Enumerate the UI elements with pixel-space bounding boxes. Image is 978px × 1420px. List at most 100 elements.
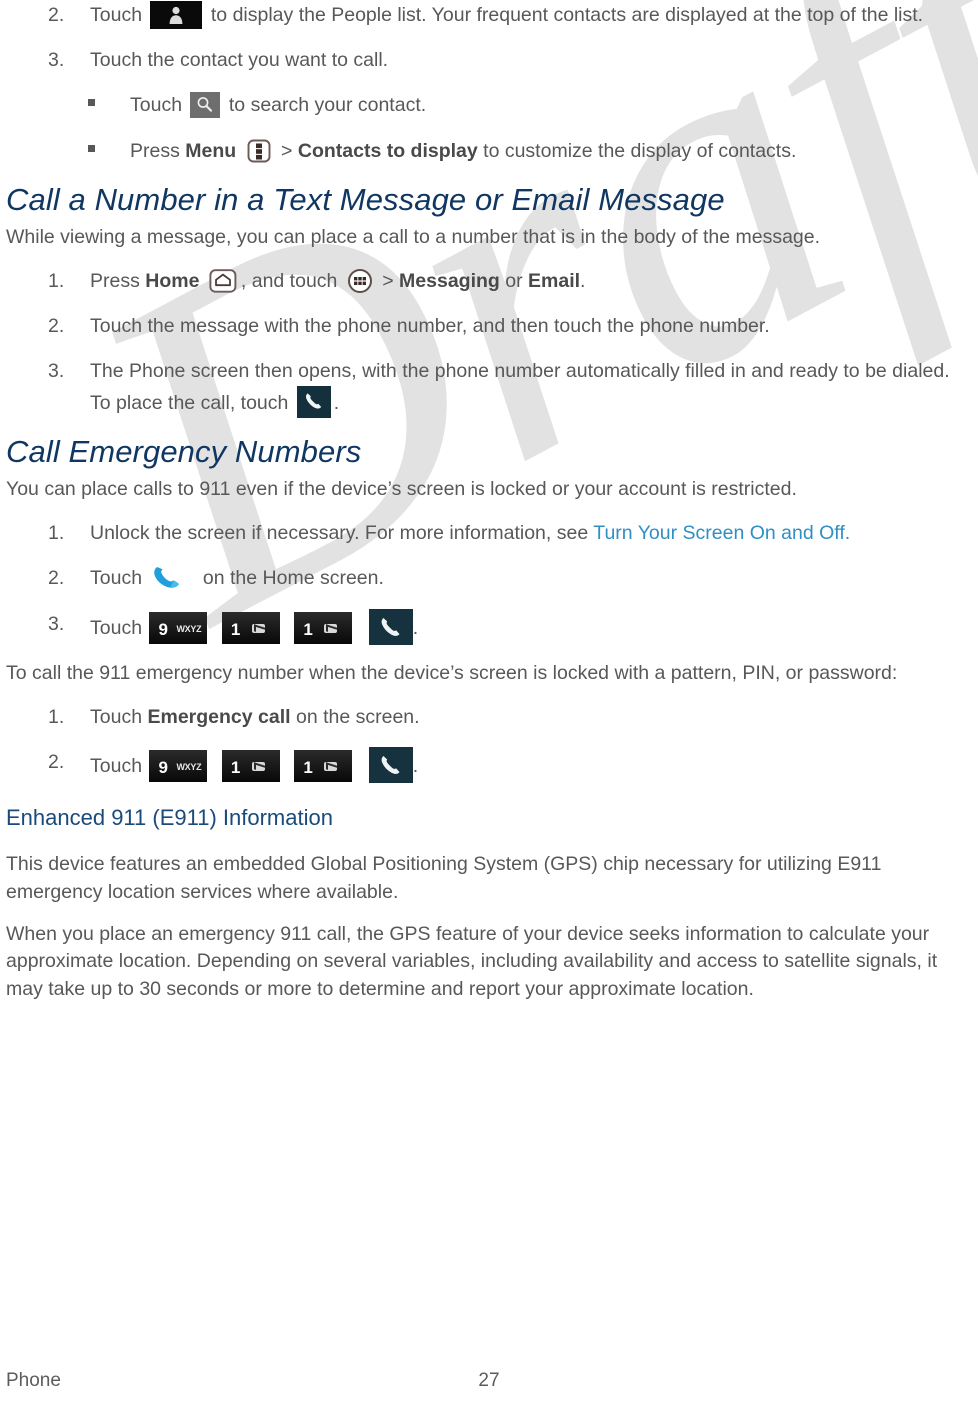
apps-icon-glyph [347,268,372,293]
search-icon[interactable] [190,92,221,119]
step-text-post: . [580,269,586,292]
9-wxyz-key[interactable]: 9 WXYZ [149,750,208,783]
step-text-post: on the screen. [295,706,420,729]
list-marker: 1. [48,269,65,292]
bullet-marker [88,136,110,161]
contacts-to-display-label: Contacts to display [297,139,478,162]
apps-separator: > [382,269,394,292]
text-message-steps-list: 1. Press Home , and touch > Messaging or… [6,266,968,419]
people-icon-glyph [170,6,183,24]
step-text-pre: Touch [90,755,143,778]
menu-icon[interactable] [245,137,273,165]
email-label: Email [528,269,581,292]
list-marker: 2. [48,751,65,774]
1-voicemail-key[interactable]: 1 [294,612,353,645]
voicemail-icon [251,624,265,634]
emergency-call-label: Emergency call [147,706,291,729]
bullet-text-post: to search your contact. [228,94,427,117]
step-text: Touch the message with the phone number,… [90,314,770,337]
step-text-post: . [412,617,419,640]
9-wxyz-key[interactable]: 9 WXYZ [149,612,208,645]
list-marker: 3. [48,49,65,72]
list-item: 2. Touch to display the People list. You… [6,0,968,30]
key-digit: 9 [158,758,168,778]
bullet-text-pre: Touch [130,94,183,117]
list-item: 1. Press Home , and touch > Messaging or… [6,266,968,296]
phone-handset-blue-icon[interactable] [150,564,194,594]
square-bullet-icon [88,144,95,152]
list-marker: 2. [48,4,65,26]
page-footer: Phone 27 [0,1370,978,1398]
footer-page-number: 27 [478,1370,500,1391]
step-text-mid2: or [505,269,523,292]
step-text-pre: Touch [90,4,143,26]
people-icon[interactable] [150,1,203,29]
step-text-pre: The Phone screen then opens, with the ph… [90,360,950,415]
1-voicemail-key[interactable]: 1 [221,750,280,783]
bullet-text-pre: Press [130,139,180,162]
call-button-icon-glyph [381,618,400,637]
locked-screen-steps-list: 1. Touch Emergency call on the screen. 2… [6,702,968,784]
menu-separator: > [281,139,293,162]
voicemail-icon [324,762,338,772]
home-icon-glyph [209,268,237,293]
emergency-steps-list: 1. Unlock the screen if necessary. For m… [6,518,968,646]
step-text-post: . [412,755,419,778]
step-text: Touch the contact you want to call. [90,49,389,72]
list-marker: 2. [48,567,65,590]
list-marker: 1. [48,706,65,729]
phone-handset-blue-icon-glyph [154,567,180,589]
apps-icon[interactable] [346,267,374,295]
list-item: 2. Touch the message with the phone numb… [6,311,968,341]
key-letters: WXYZ [176,762,202,773]
list-item: 3. The Phone screen then opens, with the… [6,356,968,419]
step-text-post: to display the People list. Your frequen… [210,4,924,26]
bullet-marker [88,90,110,115]
key-letters: WXYZ [176,624,202,635]
key-digit: 1 [303,758,313,778]
section-heading-text-message: Call a Number in a Text Message or Email… [6,181,725,217]
list-item: 1. Unlock the screen if necessary. For m… [6,518,968,548]
home-icon[interactable] [208,268,238,294]
step-text-pre: Touch [90,617,143,640]
locked-screen-intro: To call the 911 emergency number when th… [6,662,898,685]
step-text-pre: Press [90,269,140,292]
square-bullet-icon [88,99,95,107]
subsection-heading-e911: Enhanced 911 (E911) Information [6,805,333,831]
step-text-post: . [333,392,340,415]
step-text-mid: , and touch [240,269,338,292]
call-button-icon-glyph [305,393,321,409]
step-text-pre: Touch [90,706,143,729]
list-marker: 1. [48,522,65,545]
bullet-text-post: to customize the display of contacts. [483,139,797,162]
key-digit: 1 [230,620,241,640]
list-item: 3. Touch the contact you want to call. [6,45,968,75]
list-item: 2. Touch on the Home screen. [6,563,968,594]
e911-paragraph-2: When you place an emergency 911 call, th… [6,922,938,1000]
messaging-label: Messaging [399,269,500,292]
e911-paragraph-1: This device features an embedded Global … [6,853,882,903]
manual-page: 2. Touch to display the People list. You… [0,0,978,1420]
1-voicemail-key[interactable]: 1 [221,612,280,645]
call-button-icon[interactable] [368,747,413,784]
list-item: 3. Touch 9 WXYZ 1 1 . [6,609,968,646]
step-text-pre: Touch [90,567,143,590]
search-icon-glyph [198,97,213,113]
call-button-icon[interactable] [368,609,413,646]
list-item: 1. Touch Emergency call on the screen. [6,702,968,732]
section-intro-emergency: You can place calls to 911 even if the d… [6,478,797,501]
turn-screen-on-off-link[interactable]: Turn Your Screen On and Off. [593,522,850,544]
key-digit: 9 [158,620,168,640]
list-marker: 3. [48,613,65,636]
step-text-post: on the Home screen. [202,567,384,590]
list-item: 2. Touch 9 WXYZ 1 1 . [6,747,968,784]
list-marker: 2. [48,314,65,337]
call-button-icon[interactable] [296,386,331,419]
contacts-steps-list: 2. Touch to display the People list. You… [6,0,968,166]
voicemail-icon [251,762,265,772]
step-text-pre: Unlock the screen if necessary. For more… [90,522,589,545]
1-voicemail-key[interactable]: 1 [294,750,353,783]
call-button-icon-glyph [381,756,400,775]
key-digit: 1 [230,758,241,778]
list-item: Touch to search your contact. [6,90,968,120]
